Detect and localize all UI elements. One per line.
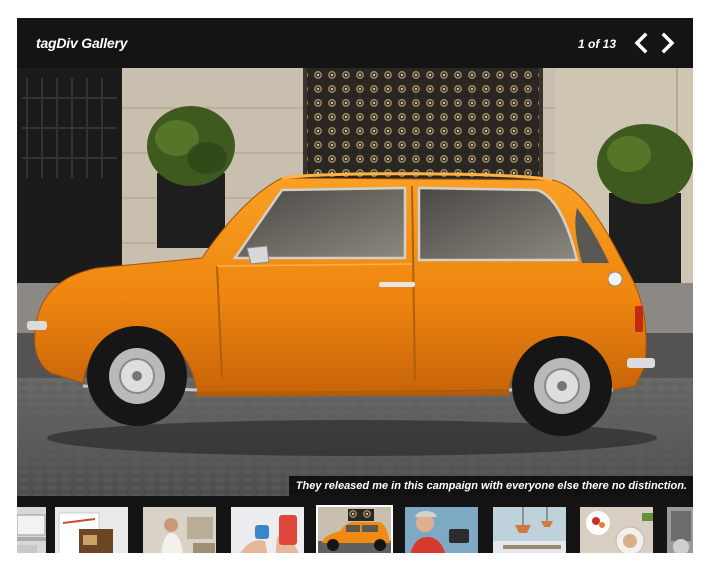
thumbnail-9[interactable] bbox=[665, 505, 693, 553]
thumbnail-1[interactable] bbox=[17, 505, 48, 553]
partial-thumbnail-image bbox=[667, 507, 693, 553]
phone-hands-thumbnail-image bbox=[231, 507, 304, 553]
woman-camera-thumbnail-image bbox=[405, 507, 478, 553]
thumbnail-4[interactable] bbox=[229, 505, 306, 553]
laptop-thumbnail-image bbox=[17, 507, 46, 553]
gallery-slider: tagDiv Gallery 1 of 13 They released me … bbox=[17, 18, 693, 553]
gallery-header: tagDiv Gallery 1 of 13 bbox=[17, 18, 693, 68]
thumbnail-8[interactable] bbox=[578, 505, 655, 553]
slide-counter: 1 of 13 bbox=[577, 37, 616, 51]
gallery-title: tagDiv Gallery bbox=[36, 35, 128, 51]
thumbnail-2[interactable] bbox=[53, 505, 130, 553]
front-wheel bbox=[87, 326, 187, 426]
rear-wheel bbox=[512, 336, 612, 436]
previous-slide-button[interactable] bbox=[632, 32, 650, 54]
thumbnail-6[interactable] bbox=[403, 505, 480, 553]
thumbnail-strip[interactable] bbox=[17, 496, 693, 553]
next-slide-button[interactable] bbox=[659, 32, 677, 54]
main-slide-image[interactable]: They released me in this campaign with e… bbox=[17, 68, 693, 496]
orange-car-thumbnail-image bbox=[318, 507, 391, 553]
thumbnail-5-active[interactable] bbox=[316, 505, 393, 553]
thumbnail-7[interactable] bbox=[491, 505, 568, 553]
chevron-right-icon bbox=[661, 32, 675, 54]
notebook-thumbnail-image bbox=[55, 507, 128, 553]
thumbnail-3[interactable] bbox=[141, 505, 218, 553]
slide-caption: They released me in this campaign with e… bbox=[288, 476, 693, 496]
orange-car-photo bbox=[17, 68, 693, 496]
woman-living-room-thumbnail-image bbox=[143, 507, 216, 553]
interior-lamps-thumbnail-image bbox=[493, 507, 566, 553]
chevron-left-icon bbox=[634, 32, 648, 54]
food-table-thumbnail-image bbox=[580, 507, 653, 553]
